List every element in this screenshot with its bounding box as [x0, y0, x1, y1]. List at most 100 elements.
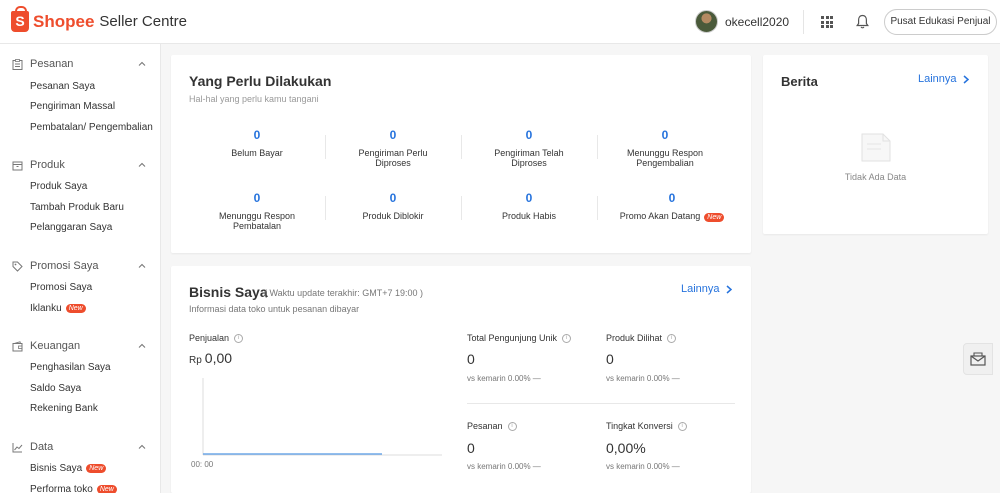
todo-count: 0	[525, 128, 533, 142]
todo-label: Produk Diblokir	[362, 211, 424, 221]
todo-cell-produk-diblokir[interactable]: 0 Produk Diblokir	[325, 191, 461, 221]
info-icon[interactable]: i	[507, 421, 517, 431]
business-more-link[interactable]: Lainnya	[681, 283, 732, 295]
sidebar-item-pengiriman-massal[interactable]: Pengiriman Massal	[30, 101, 115, 112]
sidebar-section-title: Promosi Saya	[30, 260, 99, 272]
sidebar-item-promosi-saya[interactable]: Promosi Saya	[30, 282, 92, 293]
metric-label-text: Tingkat Konversi	[606, 421, 673, 431]
todo-cell-belum-bayar[interactable]: 0 Belum Bayar	[189, 128, 325, 158]
todo-count: 0	[389, 128, 397, 142]
sidebar-item-produk-saya[interactable]: Produk Saya	[30, 181, 87, 192]
sidebar-item-pembatalan[interactable]: Pembatalan/ Pengembalian	[30, 122, 153, 133]
top-bar: S Shopee Seller Centre okecell2020 Pusat…	[0, 0, 1000, 44]
sales-amount: 0,00	[204, 350, 233, 366]
chat-button[interactable]	[963, 343, 993, 375]
sidebar-item-pesanan-saya[interactable]: Pesanan Saya	[30, 81, 95, 92]
metric-label-text: Total Pengunjung Unik	[467, 333, 558, 343]
info-icon[interactable]: i	[667, 333, 677, 343]
todo-label: Pengiriman Perlu Diproses	[358, 148, 428, 168]
sidebar-item-pelanggaran[interactable]: Pelanggaran Saya	[30, 222, 112, 233]
sidebar-item-saldo[interactable]: Saldo Saya	[30, 383, 81, 394]
todo-label: Promo Akan Datang New	[597, 211, 747, 222]
sidebar-item-tambah-produk[interactable]: Tambah Produk Baru	[30, 202, 124, 213]
todo-label: Pengiriman Telah Diproses	[494, 148, 564, 168]
sidebar-section-produk: Produk Produk Saya Tambah Produk Baru Pe…	[0, 156, 160, 233]
clipboard-icon	[12, 59, 23, 70]
chevron-right-icon	[726, 284, 732, 294]
metric-label-text: Penjualan	[189, 333, 230, 343]
metric-orders-label: Pesanan i	[467, 421, 517, 431]
user-menu[interactable]: okecell2020	[695, 10, 789, 33]
todo-cell-respon-pengembalian[interactable]: 0 Menunggu Respon Pengembalian	[597, 128, 733, 168]
business-title: Bisnis Saya	[189, 284, 268, 300]
todo-count: 0	[253, 128, 261, 142]
sidebar-section-header[interactable]: Promosi Saya	[0, 257, 160, 277]
todo-count: 0	[525, 191, 533, 205]
chart-time-label: 00: 00	[191, 460, 214, 469]
news-title: Berita	[781, 74, 818, 89]
sidebar-section-header[interactable]: Pesanan	[0, 55, 160, 75]
metric-orders-value: 0	[467, 440, 475, 456]
todo-title: Yang Perlu Dilakukan	[189, 73, 332, 89]
todo-count: 0	[389, 191, 397, 205]
todo-cell-promo-akan-datang[interactable]: 0 Promo Akan Datang New	[597, 191, 747, 222]
sidebar-section-header[interactable]: Data	[0, 438, 160, 458]
todo-cell-perlu-diproses[interactable]: 0 Pengiriman Perlu Diproses	[325, 128, 461, 168]
sidebar-item-iklanku[interactable]: Iklanku New	[30, 303, 86, 314]
info-icon[interactable]: i	[562, 333, 572, 343]
apps-grid-icon[interactable]	[821, 16, 833, 28]
sidebar-item-performa-toko[interactable]: Performa toko New	[30, 484, 117, 493]
tag-icon	[12, 261, 23, 272]
seller-education-button[interactable]: Pusat Edukasi Penjual	[884, 9, 997, 35]
sidebar-section-title: Pesanan	[30, 58, 74, 70]
metric-conversion-value: 0,00%	[606, 440, 646, 456]
chevron-up-icon[interactable]	[138, 161, 146, 169]
new-badge: New	[704, 213, 725, 222]
sidebar-section-pesanan: Pesanan Pesanan Saya Pengiriman Massal P…	[0, 55, 160, 133]
news-more-link[interactable]: Lainnya	[918, 73, 969, 85]
metric-unique-visitors-value: 0	[467, 351, 475, 367]
metric-conversion-label: Tingkat Konversi i	[606, 421, 687, 431]
business-subtitle: Informasi data toko untuk pesanan dibaya…	[189, 304, 360, 314]
todo-label: Belum Bayar	[231, 148, 283, 158]
box-icon	[12, 161, 23, 171]
chevron-up-icon[interactable]	[138, 342, 146, 350]
currency-label: Rp	[189, 355, 202, 366]
sidebar-section-title: Produk	[30, 159, 65, 171]
info-icon[interactable]: i	[234, 333, 244, 343]
sidebar-item-rekening-bank[interactable]: Rekening Bank	[30, 403, 98, 414]
info-icon[interactable]: i	[677, 421, 687, 431]
metric-compare: vs kemarin 0.00% —	[467, 462, 541, 471]
metric-product-views-label: Produk Dilihat i	[606, 333, 677, 343]
logo-brand: Shopee	[33, 11, 95, 31]
todo-cell-telah-diproses[interactable]: 0 Pengiriman Telah Diproses	[461, 128, 597, 168]
todo-cell-produk-habis[interactable]: 0 Produk Habis	[461, 191, 597, 221]
chevron-up-icon[interactable]	[138, 60, 146, 68]
username: okecell2020	[725, 14, 790, 29]
metric-product-views-value: 0	[606, 351, 614, 367]
sidebar-section-header[interactable]: Keuangan	[0, 337, 160, 357]
link-label: Lainnya	[681, 283, 720, 295]
chevron-up-icon[interactable]	[138, 443, 146, 451]
bell-icon[interactable]	[856, 14, 869, 29]
todo-label: Menunggu Respon Pembatalan	[218, 211, 296, 231]
business-card: Bisnis Saya ( Waktu update terakhir: GMT…	[171, 266, 751, 493]
sidebar-item-bisnis-saya[interactable]: Bisnis Saya New	[30, 463, 107, 474]
new-badge: New	[65, 304, 86, 313]
chevron-up-icon[interactable]	[138, 262, 146, 270]
logo-product-name: Seller Centre	[99, 13, 187, 30]
sidebar-section-header[interactable]: Produk	[0, 156, 160, 176]
shopee-logo[interactable]: S Shopee Seller Centre	[11, 6, 187, 32]
sales-label: Penjualan i	[189, 333, 244, 343]
envelope-icon	[970, 352, 986, 366]
todo-cell-respon-pembatalan[interactable]: 0 Menunggu Respon Pembatalan	[189, 191, 325, 231]
sidebar-section-title: Keuangan	[30, 340, 81, 352]
metric-compare: vs kemarin 0.00% —	[467, 374, 541, 383]
metric-label-text: Produk Dilihat	[606, 333, 663, 343]
sidebar-section-data: Data Bisnis Saya New Performa toko New	[0, 438, 160, 493]
divider	[803, 10, 804, 34]
sidebar: Pesanan Pesanan Saya Pengiriman Massal P…	[0, 44, 161, 493]
sidebar-item-penghasilan[interactable]: Penghasilan Saya	[30, 362, 111, 373]
todo-count: 0	[668, 191, 676, 205]
todo-label-text: Promo Akan Datang	[619, 211, 701, 221]
